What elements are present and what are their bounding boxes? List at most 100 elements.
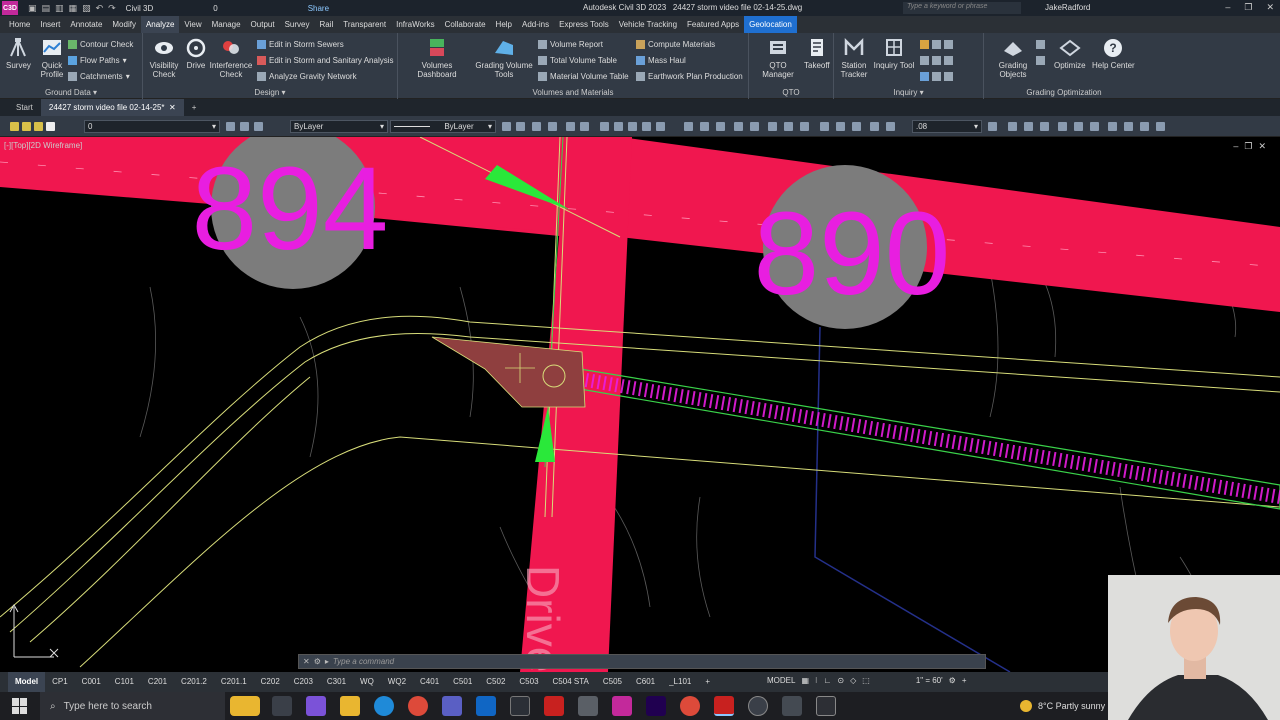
- menu-tab-manage[interactable]: Manage: [207, 16, 246, 33]
- grid-icon[interactable]: ▦: [801, 676, 809, 685]
- menu-tab-transparent[interactable]: Transparent: [338, 16, 391, 33]
- settings-icon[interactable]: [748, 696, 768, 716]
- command-line[interactable]: ✕ ⚙ ▸ Type a command: [298, 654, 986, 669]
- teams-icon[interactable]: [442, 696, 462, 716]
- windows-start-icon[interactable]: [12, 698, 28, 714]
- layout-tab-c401[interactable]: C401: [413, 672, 446, 692]
- layout-tab-c601[interactable]: C601: [629, 672, 662, 692]
- add-layout-button[interactable]: +: [698, 672, 717, 692]
- menu-tab-modify[interactable]: Modify: [107, 16, 141, 33]
- toolbar-tool-icon[interactable]: [1140, 122, 1149, 131]
- toolbar-tool-icon[interactable]: [548, 122, 557, 131]
- save-as-icon[interactable]: ▦: [69, 3, 78, 14]
- new-tab-button[interactable]: +: [184, 99, 205, 116]
- toolbar-tool-icon[interactable]: [820, 122, 829, 131]
- drive-button[interactable]: Drive: [185, 37, 207, 70]
- toolbar-tool-icon[interactable]: [1074, 122, 1083, 131]
- layout-tab-c504-sta[interactable]: C504 STA: [546, 672, 596, 692]
- menu-tab-home[interactable]: Home: [4, 16, 35, 33]
- toolbar-tool-icon[interactable]: [502, 122, 511, 131]
- design-panel-title[interactable]: Design ▾: [143, 88, 397, 97]
- chrome-icon[interactable]: [680, 696, 700, 716]
- menu-tab-rail[interactable]: Rail: [314, 16, 338, 33]
- user-account[interactable]: JakeRadford: [1045, 3, 1090, 12]
- gear-icon[interactable]: ⚙: [949, 676, 956, 685]
- inquiry-panel-title[interactable]: Inquiry ▾: [834, 88, 983, 97]
- qto-manager-button[interactable]: QTO Manager: [753, 37, 803, 79]
- keyword-search-input[interactable]: Type a keyword or phrase: [903, 2, 1021, 14]
- grading-volume-tools-button[interactable]: Grading Volume Tools: [474, 37, 534, 79]
- color-swatch-icon[interactable]: [46, 122, 55, 131]
- inquiry-tool-small-1[interactable]: [920, 38, 953, 50]
- autocad-icon[interactable]: [578, 696, 598, 716]
- minimize-icon[interactable]: –: [1225, 2, 1230, 13]
- earthwork-plan-button[interactable]: Earthwork Plan Production: [636, 70, 743, 82]
- toolbar-tool-icon[interactable]: [734, 122, 743, 131]
- edge-icon[interactable]: [374, 696, 394, 716]
- layout-tab-c505[interactable]: C505: [596, 672, 629, 692]
- toolbar-tool-icon[interactable]: [1156, 122, 1165, 131]
- toolbar-tool-icon[interactable]: [784, 122, 793, 131]
- toolbar-tool-icon[interactable]: [516, 122, 525, 131]
- toolbar-tool-icon[interactable]: [870, 122, 879, 131]
- edit-storm-sanitary-button[interactable]: Edit in Storm and Sanitary Analysis: [257, 54, 394, 66]
- lot-label-890[interactable]: 890: [754, 188, 951, 320]
- menu-tab-collaborate[interactable]: Collaborate: [440, 16, 491, 33]
- layout-tab-wq[interactable]: WQ: [353, 672, 381, 692]
- survey-button[interactable]: Survey: [6, 37, 31, 70]
- copilot-icon[interactable]: [306, 696, 326, 716]
- menu-tab-annotate[interactable]: Annotate: [65, 16, 107, 33]
- layout-tab-cp1[interactable]: CP1: [45, 672, 75, 692]
- menu-tab-featured-apps[interactable]: Featured Apps: [682, 16, 744, 33]
- viewport-label[interactable]: [-][Top][2D Wireframe]: [4, 141, 82, 150]
- menu-tab-express-tools[interactable]: Express Tools: [554, 16, 614, 33]
- toolbar-tool-icon[interactable]: [836, 122, 845, 131]
- menu-tab-infraworks[interactable]: InfraWorks: [391, 16, 440, 33]
- lock-icon[interactable]: [34, 122, 43, 131]
- menu-tab-insert[interactable]: Insert: [35, 16, 65, 33]
- layer-dropdown[interactable]: 0 ▾: [84, 120, 220, 133]
- layout-tab-wq2[interactable]: WQ2: [381, 672, 413, 692]
- drawing-tab[interactable]: 24427 storm video file 02-14-25* ✕: [40, 99, 184, 116]
- undo-icon[interactable]: ↶: [96, 3, 104, 14]
- layer-tool-icon[interactable]: [240, 122, 249, 131]
- lot-label-894[interactable]: 894: [192, 143, 389, 275]
- open-icon[interactable]: ▣: [28, 3, 37, 14]
- model-space-toggle[interactable]: MODEL: [767, 676, 795, 685]
- weather-widget[interactable]: 8°C Partly sunny: [1020, 700, 1105, 712]
- interference-check-button[interactable]: Interference Check: [209, 37, 253, 79]
- toolbar-tool-icon[interactable]: [684, 122, 693, 131]
- save-icon[interactable]: ▥: [55, 3, 64, 14]
- layer-state-icon[interactable]: [10, 122, 19, 131]
- print-icon[interactable]: ▧: [82, 3, 91, 14]
- compute-materials-button[interactable]: Compute Materials: [636, 38, 715, 50]
- redo-icon[interactable]: ↷: [108, 3, 116, 14]
- layout-tab-c203[interactable]: C203: [287, 672, 320, 692]
- close-icon[interactable]: ✕: [303, 657, 310, 666]
- viewport-close-icon[interactable]: ✕: [1258, 141, 1272, 151]
- toolbar-tool-icon[interactable]: [1058, 122, 1067, 131]
- visibility-check-button[interactable]: Visibility Check: [147, 37, 181, 79]
- folder-icon[interactable]: ▤: [42, 3, 51, 14]
- toolbar-tool-icon[interactable]: [1108, 122, 1117, 131]
- menu-tab-help[interactable]: Help: [491, 16, 517, 33]
- toolbar-tool-icon[interactable]: [580, 122, 589, 131]
- file-explorer-icon[interactable]: [340, 696, 360, 716]
- layout-tab-c101[interactable]: C101: [108, 672, 141, 692]
- toolbar-tool-icon[interactable]: [1124, 122, 1133, 131]
- layout-tab-c503[interactable]: C503: [512, 672, 545, 692]
- toolbar-tool-icon[interactable]: [566, 122, 575, 131]
- menu-tab-analyze[interactable]: Analyze: [140, 16, 180, 33]
- help-center-button[interactable]: ? Help Center: [1092, 37, 1135, 70]
- edit-storm-sewers-button[interactable]: Edit in Storm Sewers: [257, 38, 344, 50]
- menu-tab-survey[interactable]: Survey: [280, 16, 315, 33]
- toolbar-tool-icon[interactable]: [532, 122, 541, 131]
- mass-haul-button[interactable]: Mass Haul: [636, 54, 686, 66]
- volume-report-button[interactable]: Volume Report: [538, 38, 603, 50]
- inquiry-tool-small-2[interactable]: [920, 54, 953, 66]
- menu-tab-output[interactable]: Output: [246, 16, 280, 33]
- quick-profile-button[interactable]: Quick Profile: [38, 37, 66, 79]
- linetype-dropdown[interactable]: ByLayer ▾: [390, 120, 496, 133]
- drawing-canvas[interactable]: 894 890 Drive [-][Top][2D Wireframe] –❐✕: [0, 137, 1280, 672]
- snap-icon[interactable]: ⁝: [815, 676, 818, 685]
